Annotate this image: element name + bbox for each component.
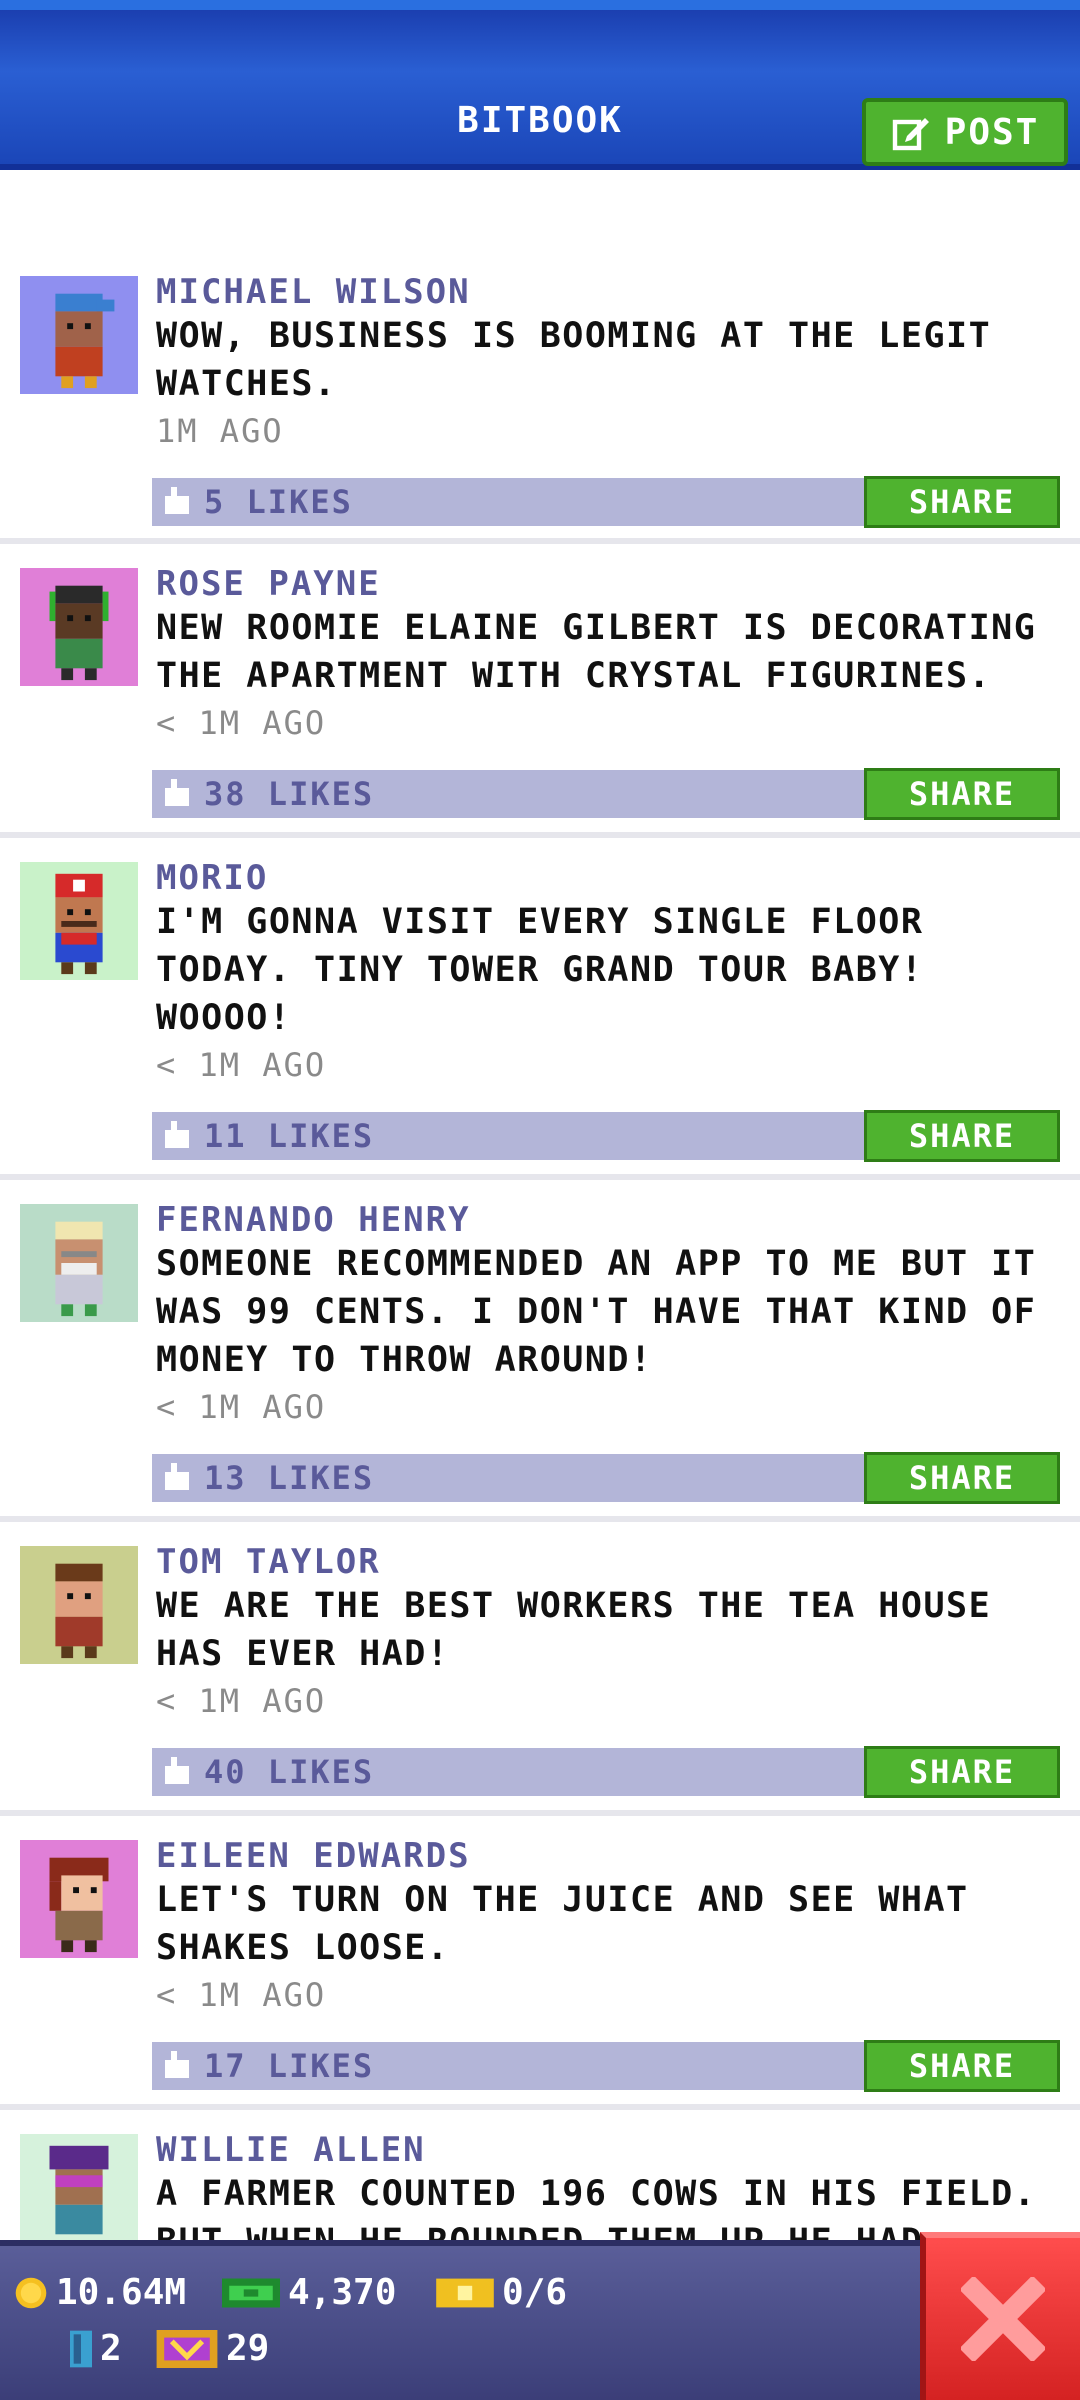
feed-post: TOM TAYLOR WE ARE THE BEST WORKERS THE T… <box>0 1522 1080 1816</box>
post-text: I'M GONNA VISIT EVERY SINGLE FLOOR TODAY… <box>156 902 924 1038</box>
post-text: NEW ROOMIE ELAINE GILBERT IS DECORATING … <box>156 608 1037 696</box>
like-count: 17 LIKES <box>204 2047 375 2085</box>
feed-post: FERNANDO HENRY SOMEONE RECOMMENDED AN AP… <box>0 1180 1080 1522</box>
feed-post: MICHAEL WILSON WOW, BUSINESS IS BOOMING … <box>0 172 1080 544</box>
avatar <box>20 276 138 394</box>
post-author: WILLIE ALLEN <box>156 2130 426 2170</box>
post-button-label: POST <box>944 111 1040 153</box>
like-bar[interactable]: 38 LIKES SHARE <box>152 768 1060 820</box>
like-bar[interactable]: 13 LIKES SHARE <box>152 1452 1060 1504</box>
feed-post: EILEEN EDWARDS LET'S TURN ON THE JUICE A… <box>0 1816 1080 2110</box>
like-count: 13 LIKES <box>204 1459 375 1497</box>
vip-stat: 29 <box>156 2328 269 2369</box>
avatar <box>20 862 138 980</box>
post-text: WE ARE THE BEST WORKERS THE TEA HOUSE HA… <box>156 1586 992 1674</box>
thumbs-up-icon <box>165 1463 189 1490</box>
coins-stat: 10.64M <box>14 2272 186 2313</box>
keys-stat: 2 <box>70 2328 122 2369</box>
key-card-icon <box>70 2330 92 2367</box>
feed-post: WILLIE ALLEN A FARMER COUNTED 196 COWS I… <box>0 2110 1080 2242</box>
keys-value: 2 <box>100 2328 122 2369</box>
like-bar[interactable]: 11 LIKES SHARE <box>152 1110 1060 1162</box>
coin-icon <box>15 2277 47 2308</box>
post-button[interactable]: POST <box>862 98 1068 166</box>
share-button[interactable]: SHARE <box>864 476 1060 528</box>
post-author: EILEEN EDWARDS <box>156 1836 471 1876</box>
pixel-avatar-icon <box>20 862 138 980</box>
like-count: 40 LIKES <box>204 1753 375 1791</box>
like-count: 11 LIKES <box>204 1117 375 1155</box>
post-text: WOW, BUSINESS IS BOOMING AT THE LEGIT WA… <box>156 316 992 404</box>
post-author: TOM TAYLOR <box>156 1542 381 1582</box>
share-button[interactable]: SHARE <box>864 768 1060 820</box>
post-time: 1M AGO <box>156 412 284 450</box>
like-count: 5 LIKES <box>204 483 353 521</box>
post-time: < 1M AGO <box>156 1388 327 1426</box>
like-bar[interactable]: 17 LIKES SHARE <box>152 2040 1060 2092</box>
like-bar[interactable]: 40 LIKES SHARE <box>152 1746 1060 1798</box>
post-author: ROSE PAYNE <box>156 564 381 604</box>
avatar <box>20 2134 138 2242</box>
thumbs-up-icon <box>165 2051 189 2078</box>
post-time: < 1M AGO <box>156 704 327 742</box>
vip-value: 29 <box>226 2328 270 2369</box>
post-author: MORIO <box>156 858 269 898</box>
share-button[interactable]: SHARE <box>864 2040 1060 2092</box>
post-author: FERNANDO HENRY <box>156 1200 471 1240</box>
tickets-value: 0/6 <box>502 2272 568 2313</box>
post-text: SOMEONE RECOMMENDED AN APP TO ME BUT IT … <box>156 1244 1037 1380</box>
thumbs-up-icon <box>165 487 189 514</box>
pixel-avatar-icon <box>20 1546 138 1664</box>
cash-icon <box>222 2278 280 2307</box>
like-bar[interactable]: 5 LIKES SHARE <box>152 476 1060 528</box>
close-button[interactable] <box>920 2232 1080 2400</box>
share-button[interactable]: SHARE <box>864 1746 1060 1798</box>
thumbs-up-icon <box>165 1757 189 1784</box>
pixel-avatar-icon <box>20 568 138 686</box>
avatar <box>20 1840 138 1958</box>
status-bar: 10.64M 4,370 0/6 2 29 <box>0 2240 1080 2400</box>
like-count: 38 LIKES <box>204 775 375 813</box>
post-text: LET'S TURN ON THE JUICE AND SEE WHAT SHA… <box>156 1880 969 1968</box>
avatar <box>20 568 138 686</box>
thumbs-up-icon <box>165 1121 189 1148</box>
edit-icon <box>892 118 929 151</box>
vip-ticket-icon <box>156 2329 218 2368</box>
bux-value: 4,370 <box>288 2272 397 2313</box>
ticket-icon <box>436 2278 494 2307</box>
bux-stat: 4,370 <box>222 2272 396 2313</box>
tickets-stat: 0/6 <box>436 2272 567 2313</box>
coins-value: 10.64M <box>56 2272 187 2313</box>
pixel-avatar-icon <box>20 1840 138 1958</box>
app-header: BITBOOK POST <box>0 0 1080 170</box>
post-time: < 1M AGO <box>156 1976 327 2014</box>
feed-post: MORIO I'M GONNA VISIT EVERY SINGLE FLOOR… <box>0 838 1080 1180</box>
pixel-avatar-icon <box>20 276 138 394</box>
share-button[interactable]: SHARE <box>864 1452 1060 1504</box>
bitbook-feed[interactable]: MICHAEL WILSON WOW, BUSINESS IS BOOMING … <box>0 172 1080 2242</box>
post-time: < 1M AGO <box>156 1682 327 1720</box>
close-icon <box>961 2277 1045 2361</box>
post-author: MICHAEL WILSON <box>156 272 471 312</box>
avatar <box>20 1204 138 1322</box>
pixel-avatar-icon <box>20 2134 138 2242</box>
feed-post: ROSE PAYNE NEW ROOMIE ELAINE GILBERT IS … <box>0 544 1080 838</box>
avatar <box>20 1546 138 1664</box>
thumbs-up-icon <box>165 779 189 806</box>
post-time: < 1M AGO <box>156 1046 327 1084</box>
share-button[interactable]: SHARE <box>864 1110 1060 1162</box>
pixel-avatar-icon <box>20 1204 138 1322</box>
